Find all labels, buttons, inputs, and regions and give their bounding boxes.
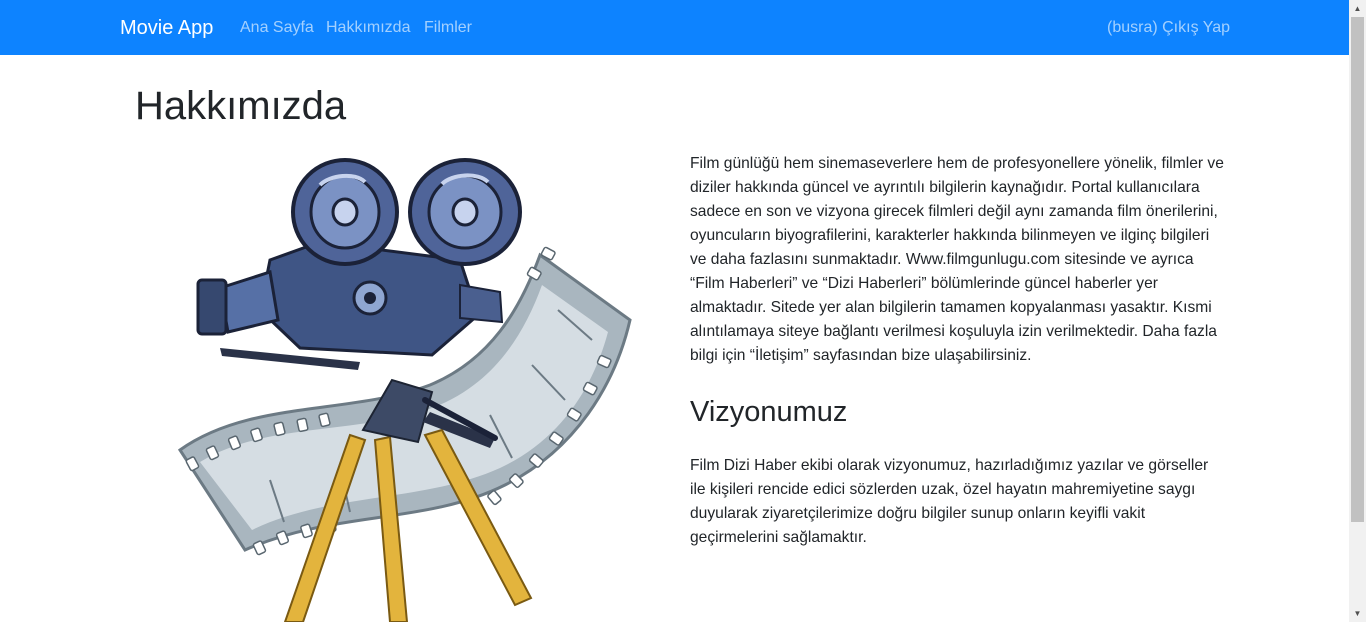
- about-paragraph: Film günlüğü hem sinemaseverlere hem de …: [690, 155, 1224, 364]
- vision-heading: Vizyonumuz: [690, 396, 848, 428]
- scroll-thumb[interactable]: [1351, 17, 1364, 522]
- film-reel-icon: [291, 158, 522, 266]
- film-camera-image: [160, 150, 660, 623]
- nav-link-home[interactable]: Ana Sayfa: [240, 18, 314, 38]
- navbar: Movie App Ana Sayfa Hakkımızda Filmler (…: [0, 0, 1349, 55]
- nav-link-movies[interactable]: Filmler: [424, 18, 472, 38]
- film-camera-illustration-icon: [177, 158, 632, 623]
- scroll-down-arrow-icon[interactable]: ▼: [1349, 605, 1366, 622]
- scroll-up-arrow-icon[interactable]: ▲: [1349, 0, 1366, 17]
- nav-link-about[interactable]: Hakkımızda: [326, 18, 410, 38]
- logout-link[interactable]: (busra) Çıkış Yap: [1107, 18, 1230, 38]
- vision-paragraph: Film Dizi Haber ekibi olarak vizyonumuz,…: [690, 457, 1209, 546]
- page-scrollbar[interactable]: ▲ ▼: [1349, 0, 1366, 622]
- about-content: Film günlüğü hem sinemaseverlere hem de …: [690, 152, 1225, 550]
- page-title: Hakkımızda: [135, 84, 347, 128]
- brand-link[interactable]: Movie App: [120, 15, 213, 41]
